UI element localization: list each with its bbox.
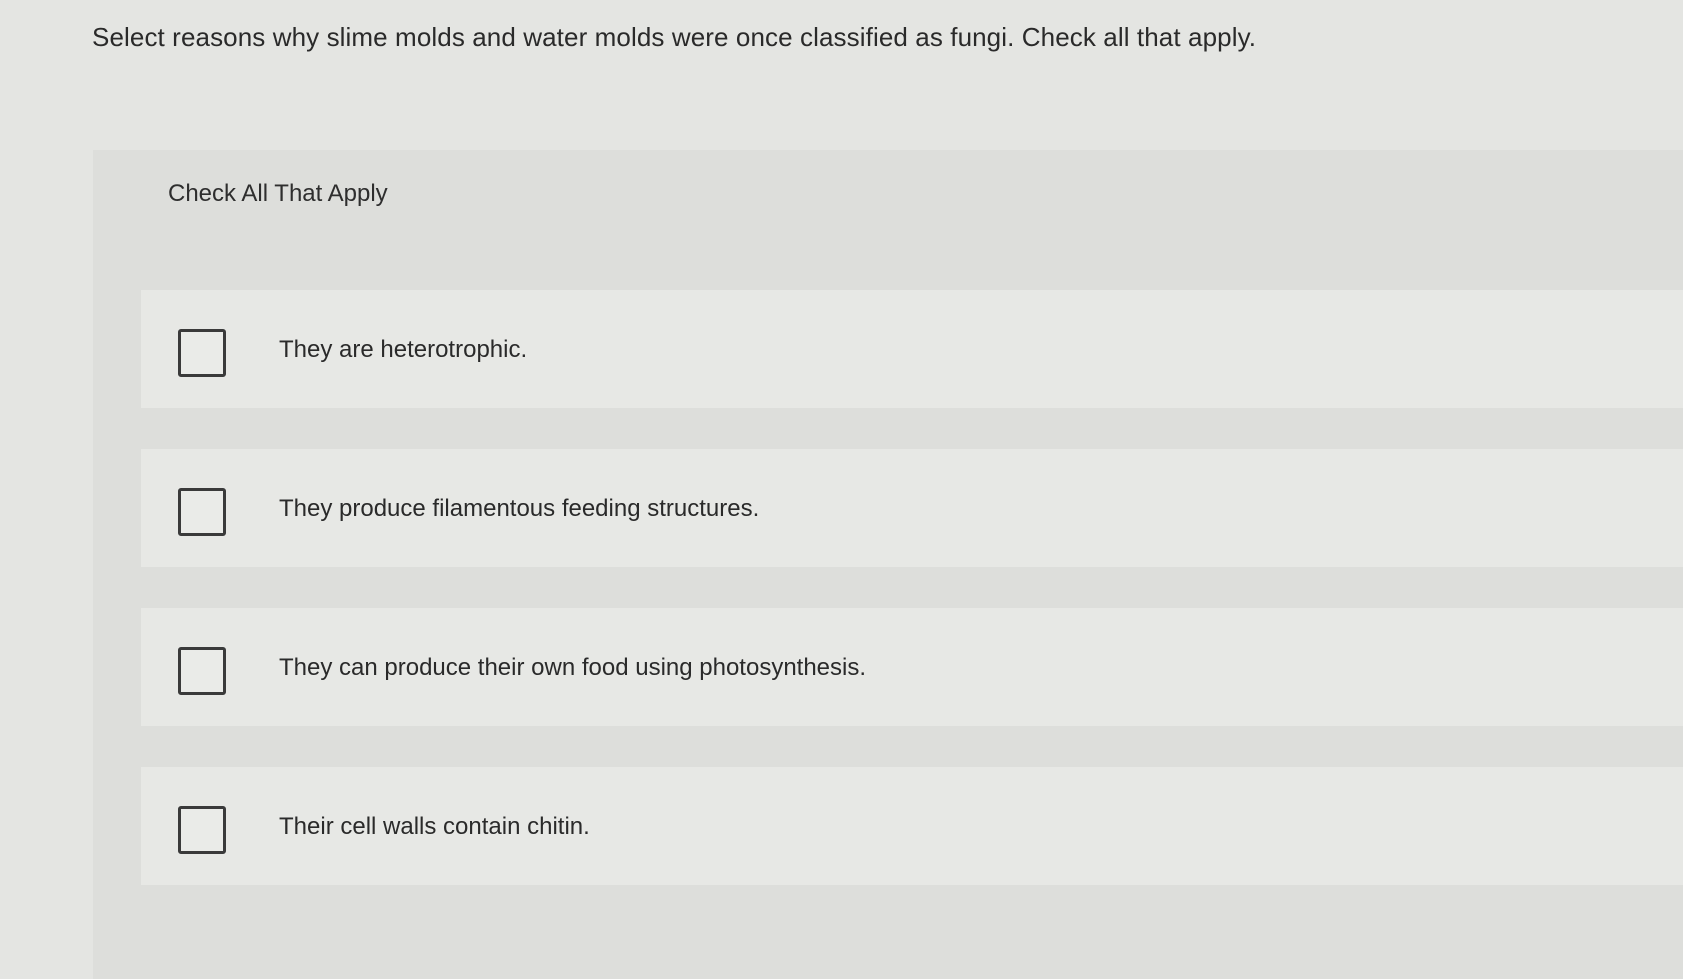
option-filamentous-feeding[interactable]: They produce filamentous feeding structu… <box>141 449 1683 567</box>
option-list: They are heterotrophic. They produce fil… <box>141 290 1683 926</box>
checkbox[interactable] <box>178 329 226 377</box>
checkbox[interactable] <box>178 647 226 695</box>
checkbox[interactable] <box>178 806 226 854</box>
checkbox[interactable] <box>178 488 226 536</box>
question-prompt: Select reasons why slime molds and water… <box>92 22 1257 52</box>
option-label: They are heterotrophic. <box>279 336 528 363</box>
option-chitin[interactable]: Their cell walls contain chitin. <box>141 767 1683 885</box>
option-photosynthesis[interactable]: They can produce their own food using ph… <box>141 608 1683 726</box>
check-all-panel: Check All That Apply They are heterotrop… <box>93 150 1683 979</box>
option-label: They can produce their own food using ph… <box>279 654 867 681</box>
option-label: They produce filamentous feeding structu… <box>279 495 760 522</box>
panel-label: Check All That Apply <box>168 180 388 207</box>
option-heterotrophic[interactable]: They are heterotrophic. <box>141 290 1683 408</box>
option-label: Their cell walls contain chitin. <box>279 813 590 840</box>
